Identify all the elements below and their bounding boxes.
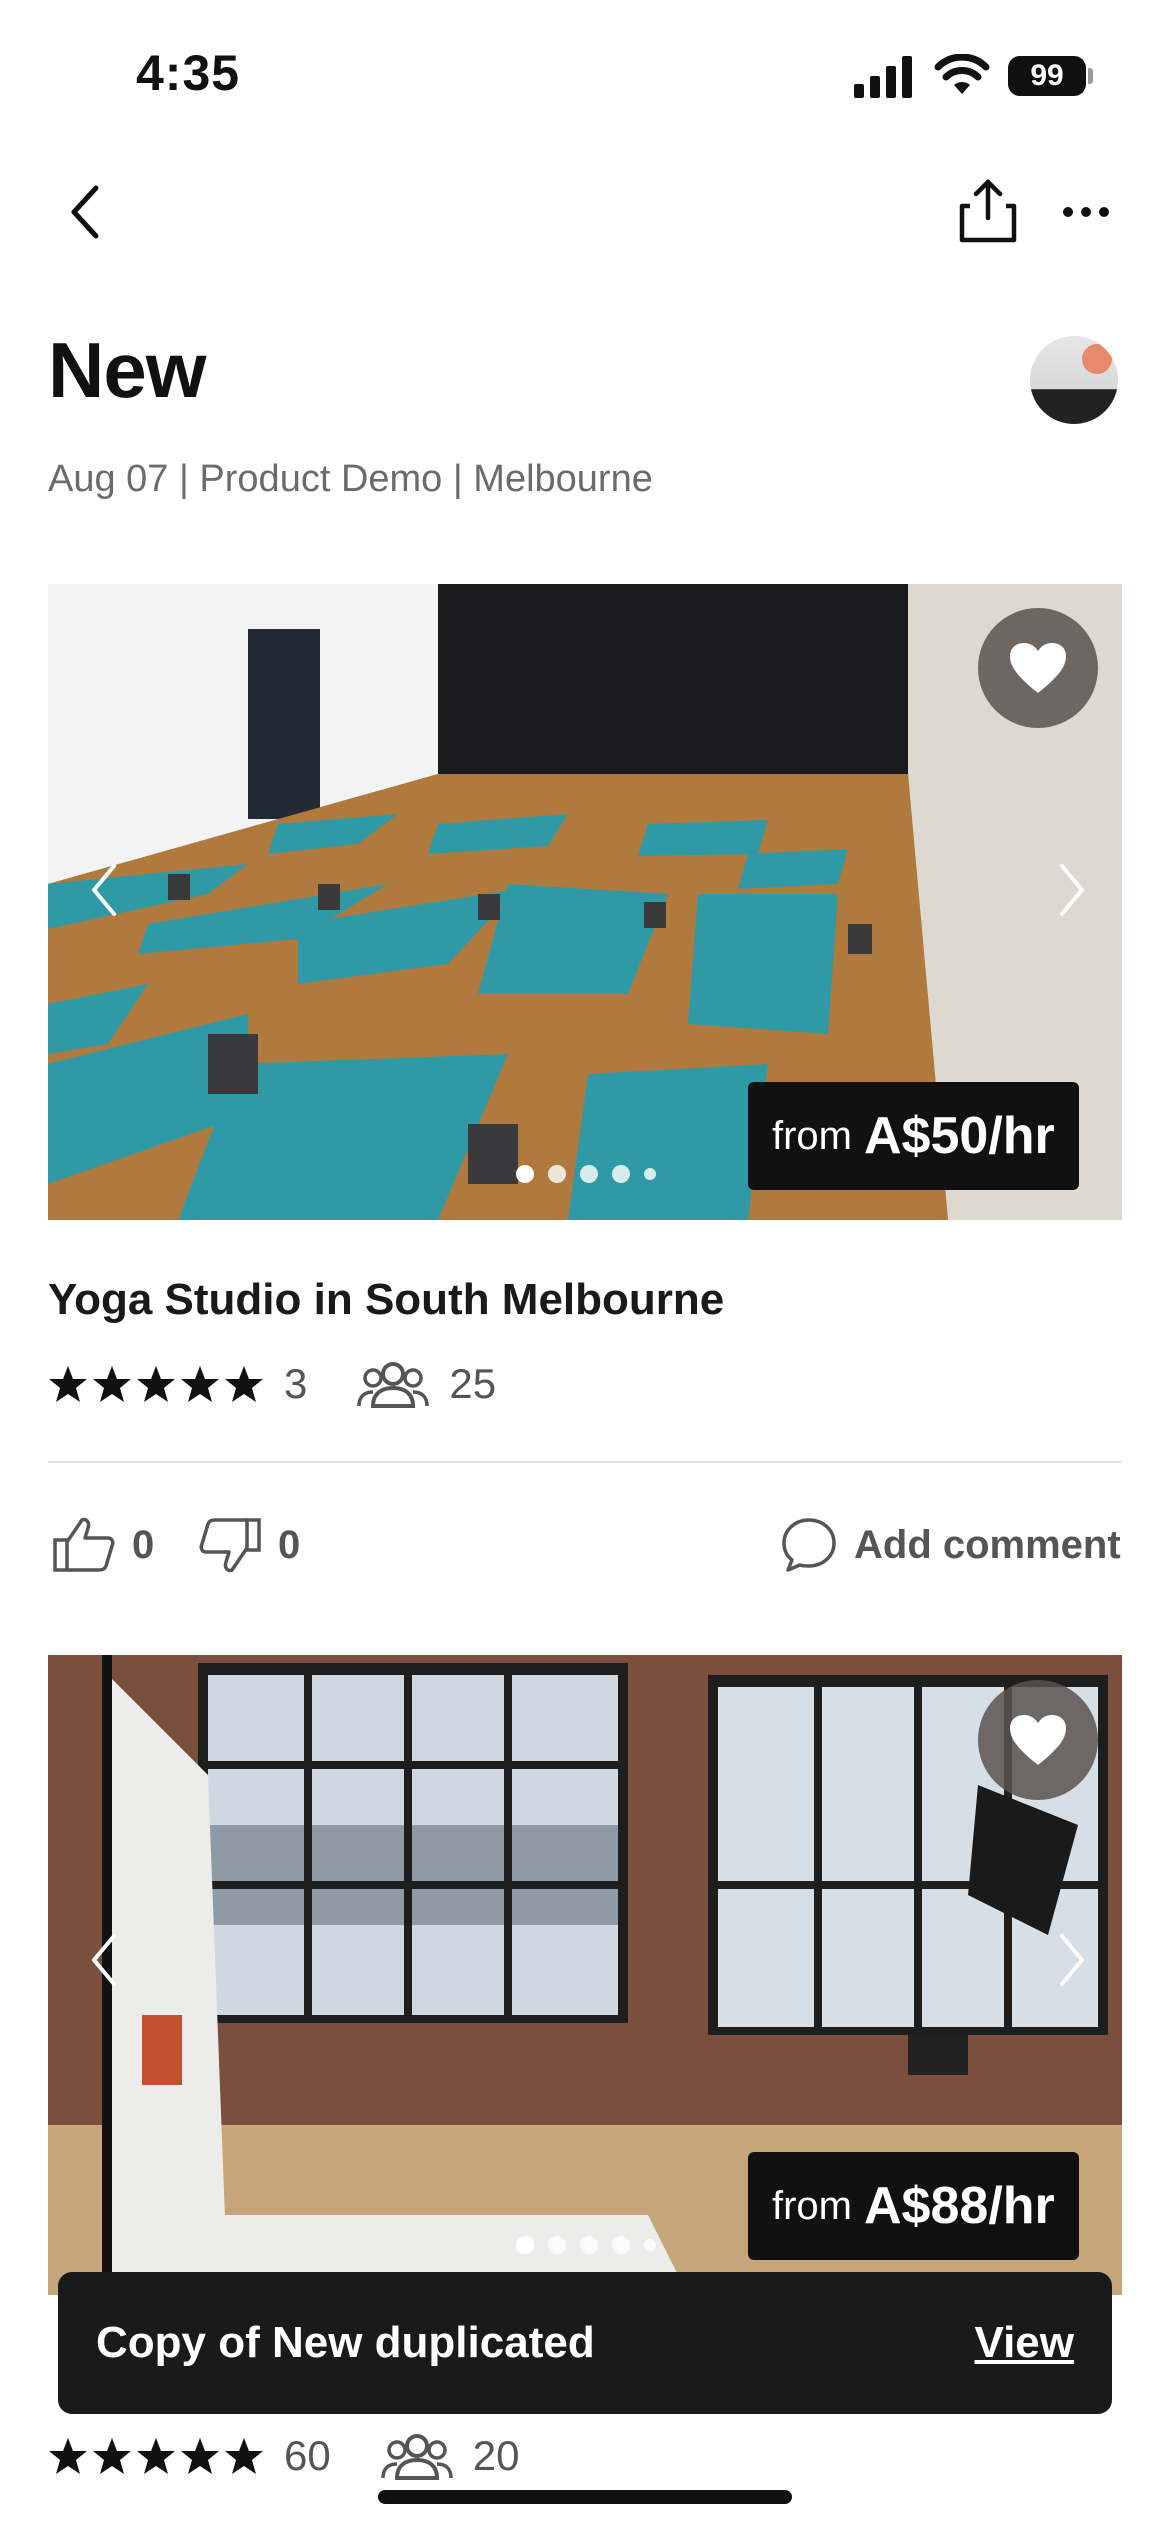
- carousel-dot[interactable]: [644, 2239, 656, 2251]
- price-amount: A$88/hr: [864, 2177, 1055, 2235]
- signal-icon: [854, 56, 912, 98]
- status-time: 4:35: [136, 45, 241, 101]
- review-count: 3: [284, 1360, 308, 1407]
- capacity-count: 20: [472, 2432, 520, 2479]
- toast: Copy of New duplicated View: [58, 2272, 1112, 2414]
- star-icon: [225, 2438, 263, 2474]
- more-icon[interactable]: [1062, 204, 1110, 220]
- price-amount: A$50/hr: [864, 1107, 1055, 1165]
- wifi-icon: [934, 54, 990, 94]
- star-icon: [93, 1366, 131, 1402]
- price-badge: from A$88/hr: [748, 2152, 1079, 2260]
- favorite-button[interactable]: [978, 608, 1098, 728]
- page-subtitle: Aug 07 | Product Demo | Melbourne: [48, 458, 653, 500]
- price-badge: from A$50/hr: [748, 1082, 1079, 1190]
- carousel-dot[interactable]: [580, 1165, 598, 1183]
- star-icon: [137, 2438, 175, 2474]
- home-indicator[interactable]: [378, 2490, 792, 2504]
- price-prefix: from: [772, 1113, 852, 1158]
- battery-nub: [1088, 68, 1093, 84]
- carousel-dots: [516, 2236, 656, 2254]
- toast-view-link[interactable]: View: [975, 2318, 1074, 2368]
- listing-stats: 3 25: [48, 1360, 496, 1408]
- add-comment-button[interactable]: Add comment: [780, 1516, 1121, 1574]
- page-title: New: [48, 326, 206, 414]
- carousel-dots: [516, 1165, 656, 1183]
- rating-stars: [48, 2436, 264, 2476]
- star-icon: [181, 2438, 219, 2474]
- like-count: 0: [132, 1522, 155, 1567]
- divider: [48, 1461, 1122, 1463]
- star-icon: [49, 1366, 87, 1402]
- avatar[interactable]: [1030, 336, 1118, 424]
- comment-icon: [782, 1518, 836, 1572]
- rating-stars: [48, 1364, 264, 1404]
- thumbs-up-icon: [53, 1517, 115, 1572]
- back-icon[interactable]: [66, 184, 106, 240]
- star-icon: [93, 2438, 131, 2474]
- listing-title[interactable]: Yoga Studio in South Melbourne: [48, 1275, 724, 1325]
- review-count: 60: [284, 2432, 331, 2479]
- share-icon[interactable]: [956, 178, 1020, 244]
- like-button[interactable]: 0: [52, 1516, 154, 1574]
- carousel-dot[interactable]: [644, 1168, 656, 1180]
- carousel-prev-icon[interactable]: [86, 860, 126, 920]
- carousel-dot[interactable]: [516, 2236, 534, 2254]
- heart-icon: [1010, 643, 1066, 693]
- star-icon: [137, 1366, 175, 1402]
- favorite-button[interactable]: [978, 1680, 1098, 1800]
- carousel-dot[interactable]: [612, 1165, 630, 1183]
- carousel-dot[interactable]: [548, 2236, 566, 2254]
- carousel-next-icon[interactable]: [1052, 860, 1092, 920]
- people-icon: [380, 2434, 453, 2480]
- dislike-button[interactable]: 0: [198, 1516, 300, 1574]
- thumbs-down-icon: [199, 1518, 261, 1573]
- carousel-prev-icon[interactable]: [86, 1930, 126, 1990]
- star-icon: [49, 2438, 87, 2474]
- price-prefix: from: [772, 2183, 852, 2228]
- dislike-count: 0: [278, 1522, 301, 1567]
- carousel-next-icon[interactable]: [1052, 1930, 1092, 1990]
- people-icon: [357, 1362, 430, 1408]
- star-icon: [225, 1366, 263, 1402]
- battery-indicator: 99: [1008, 56, 1086, 96]
- heart-icon: [1010, 1715, 1066, 1765]
- carousel-dot[interactable]: [548, 1165, 566, 1183]
- carousel-dot[interactable]: [580, 2236, 598, 2254]
- toast-message: Copy of New duplicated: [96, 2318, 595, 2367]
- carousel-dot[interactable]: [516, 1165, 534, 1183]
- star-icon: [181, 1366, 219, 1402]
- listing-stats: 60 20: [48, 2432, 519, 2480]
- carousel-dot[interactable]: [612, 2236, 630, 2254]
- add-comment-label: Add comment: [854, 1522, 1121, 1567]
- capacity-count: 25: [449, 1360, 497, 1407]
